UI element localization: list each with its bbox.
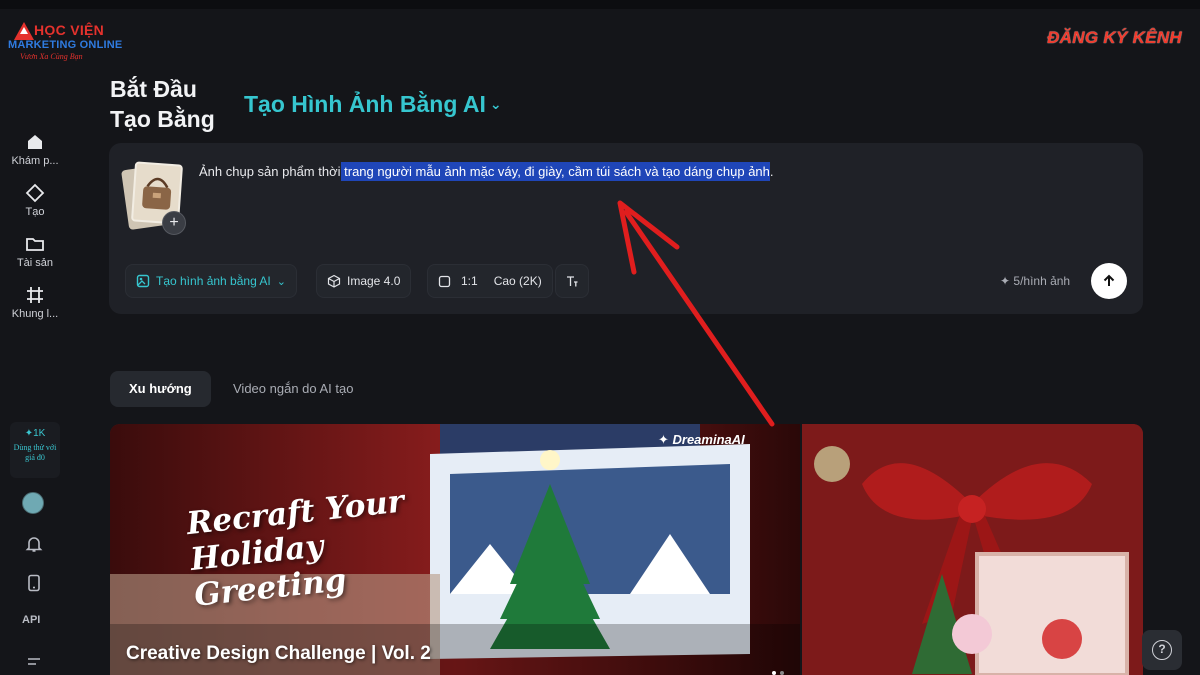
featured-banner[interactable]: ✦ DreaminaAI Recraft Your Holiday Greeti… — [110, 424, 800, 675]
sidebar-item-label: Tài sản — [16, 257, 54, 269]
bell-icon[interactable] — [24, 534, 44, 554]
reference-image-upload[interactable]: + — [121, 161, 187, 235]
generation-mode-dropdown[interactable]: Tạo hình ảnh bằng AI ⌄ — [125, 264, 297, 298]
banner-caption: Creative Design Challenge | Vol. 2 — [126, 643, 431, 664]
channel-logo: HỌC VIỆN MARKETING ONLINE Vươn Xa Cùng B… — [8, 20, 128, 64]
logo-line-2: MARKETING ONLINE — [8, 39, 123, 51]
sidebar-item-label: Khám p... — [11, 155, 59, 167]
mode-selector-label: Tạo Hình Ảnh Bằng AI — [244, 91, 486, 117]
sidebar-item-canvas[interactable]: Khung l... — [0, 285, 70, 320]
subscribe-watermark: ĐĂNG KÝ KÊNH — [1047, 28, 1182, 47]
credits-promo: Dùng thử với giá đ0 — [13, 443, 57, 462]
credit-cost: ✦ 5/hình ảnh — [1000, 274, 1071, 288]
carousel-dot[interactable] — [772, 671, 776, 675]
home-icon — [28, 135, 42, 149]
menu-icon[interactable] — [24, 652, 44, 672]
image-ai-icon — [136, 274, 150, 288]
help-button[interactable]: ? — [1142, 630, 1182, 670]
tab-trending[interactable]: Xu hướng — [110, 371, 211, 407]
tab-ai-short-videos[interactable]: Video ngắn do AI tạo — [214, 371, 372, 407]
logo-tagline: Vươn Xa Cùng Bạn — [20, 52, 83, 61]
api-link[interactable]: API — [22, 614, 40, 626]
logo-line-1: HỌC VIỆN — [34, 22, 105, 38]
frame-icon — [27, 287, 43, 303]
brand-label: ✦ DreaminaAI — [658, 432, 745, 447]
mode-selector[interactable]: Tạo Hình Ảnh Bằng AI ⌄ — [244, 91, 502, 118]
page-title-text: Bắt Đầu Tạo Bằng — [110, 76, 215, 132]
sidebar-item-explore[interactable]: Khám p... — [0, 132, 70, 167]
aspect-quality-selector[interactable]: 1:1 Cao (2K) — [427, 264, 553, 298]
carousel-dot[interactable] — [780, 671, 784, 675]
ratio-label: 1:1 — [461, 274, 478, 288]
mobile-icon[interactable] — [24, 573, 44, 593]
sidebar-item-create[interactable]: Tạo — [0, 183, 70, 218]
chevron-down-icon: ⌄ — [276, 275, 286, 288]
help-icon: ? — [1152, 640, 1172, 660]
sidebar-item-label: Tạo — [25, 206, 45, 218]
sidebar-item-assets[interactable]: Tài sản — [0, 234, 70, 269]
prompt-text-end: . — [769, 164, 774, 179]
page-title: Bắt Đầu Tạo Bằng — [110, 74, 215, 134]
diamond-icon — [25, 183, 45, 203]
credits-amount: ✦1K — [24, 428, 46, 439]
text-format-icon — [567, 276, 578, 287]
christmas-bow-image — [802, 424, 1143, 675]
top-bar — [0, 0, 1200, 9]
carousel-dots[interactable] — [768, 662, 784, 675]
add-reference-button[interactable]: + — [162, 211, 186, 235]
chevron-down-icon: ⌄ — [489, 96, 502, 112]
prompt-input[interactable]: Ảnh chụp sản phẩm thời trang người mẫu ả… — [199, 161, 774, 183]
cube-icon — [327, 274, 341, 288]
prompt-composer: + Ảnh chụp sản phẩm thời trang người mẫu… — [109, 143, 1143, 314]
folder-icon — [26, 238, 44, 251]
square-ratio-icon — [438, 275, 451, 287]
send-button[interactable] — [1091, 263, 1127, 299]
prompt-text-selected: trang người mẫu ảnh mặc váy, đi giày, cầ… — [340, 162, 770, 181]
text-style-button[interactable] — [555, 264, 589, 298]
sidebar-item-label: Khung l... — [11, 308, 59, 320]
model-selector[interactable]: Image 4.0 — [316, 264, 412, 298]
arrow-up-icon — [1103, 274, 1115, 286]
generation-mode-label: Tạo hình ảnh bằng AI — [156, 274, 271, 288]
model-label: Image 4.0 — [347, 274, 401, 288]
quality-label: Cao (2K) — [493, 274, 542, 288]
prompt-text-plain: Ảnh chụp sản phẩm thời — [199, 164, 341, 179]
credits-badge[interactable]: ✦1K Dùng thử với giá đ0 — [10, 422, 60, 478]
secondary-banner[interactable] — [802, 424, 1143, 675]
avatar[interactable] — [22, 492, 44, 514]
